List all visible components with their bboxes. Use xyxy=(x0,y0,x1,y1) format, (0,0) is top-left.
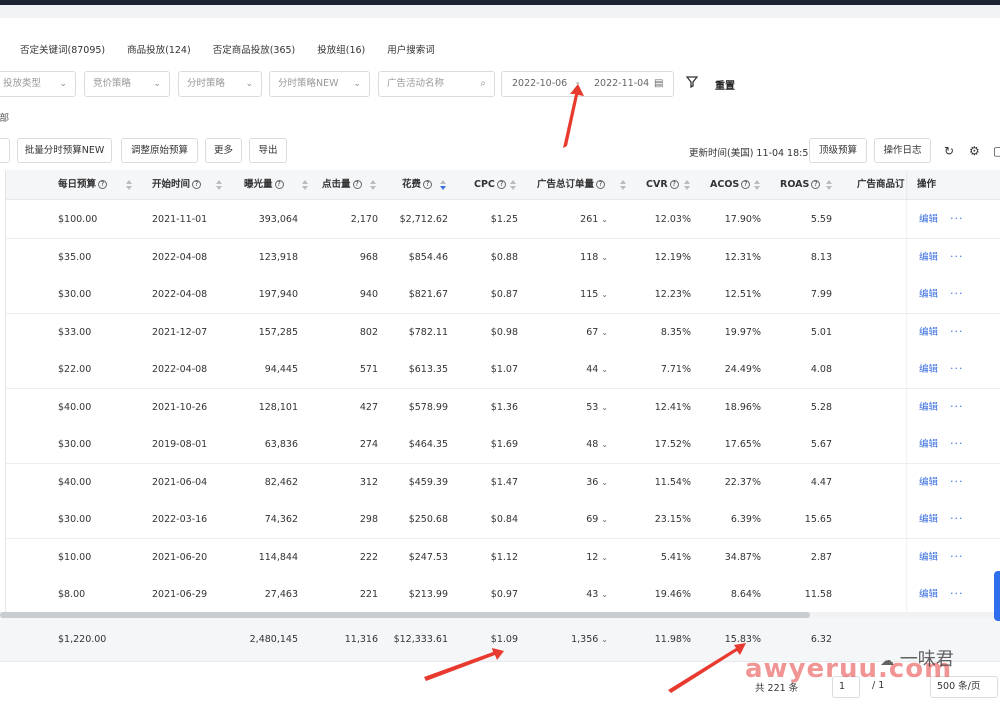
watermark-name: ☁ 一味君 xyxy=(880,649,954,670)
annotation-arrows xyxy=(424,84,746,693)
wechat-icon: ☁ xyxy=(880,653,894,669)
